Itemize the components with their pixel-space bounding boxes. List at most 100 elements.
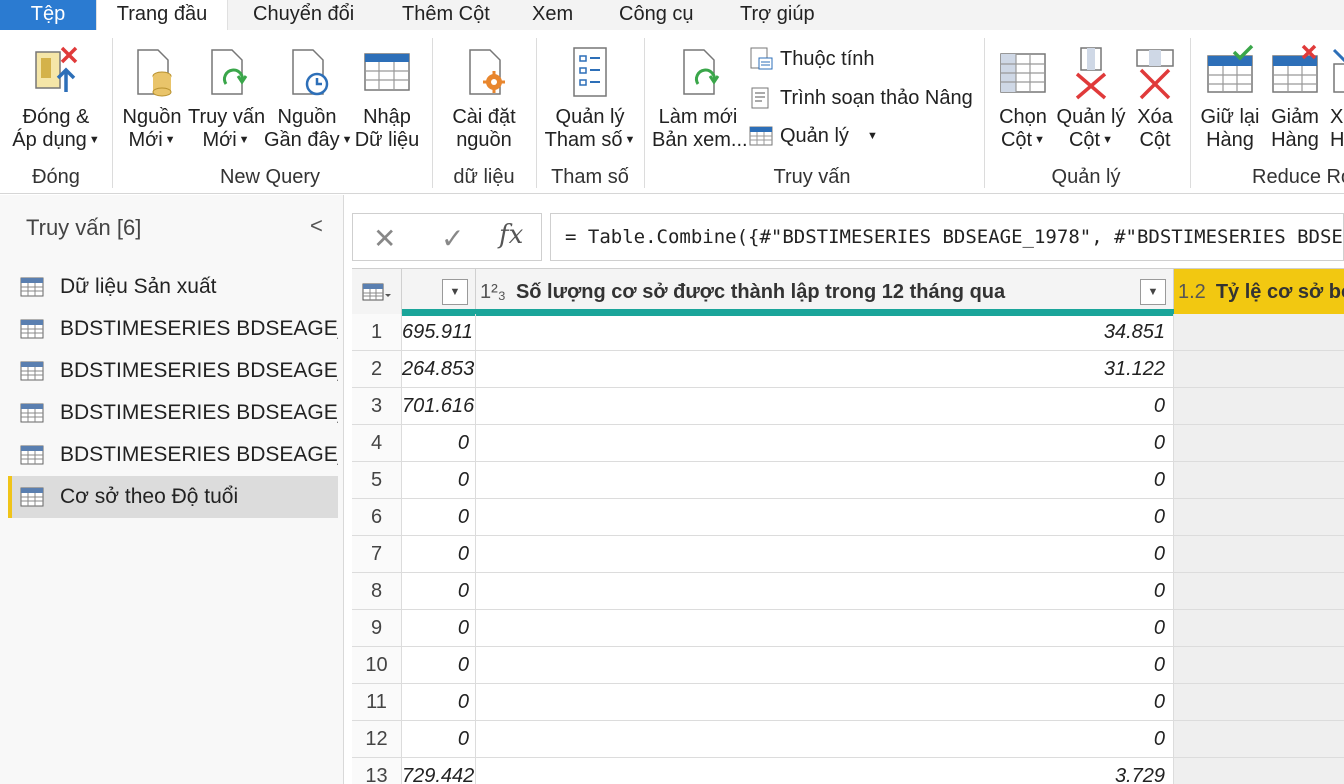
cell-value[interactable] xyxy=(1174,425,1344,461)
recent-sources-button[interactable]: Nguồn Gần đây ▼ xyxy=(264,44,353,152)
close-apply-button[interactable]: Đóng & Áp dụng ▼ xyxy=(8,44,104,152)
cell-value[interactable]: 0 xyxy=(476,388,1174,424)
tab-view[interactable]: Xem xyxy=(532,0,573,30)
table-row[interactable]: 11 0 0 xyxy=(352,684,1344,721)
cell-value[interactable] xyxy=(1174,388,1344,424)
cell-value[interactable] xyxy=(1174,351,1344,387)
cell-value[interactable]: 0 xyxy=(476,647,1174,683)
data-source-settings-button[interactable]: Cài đặt nguồn xyxy=(444,44,524,152)
keep-rows-button[interactable]: Giữ lại Hàng xyxy=(1198,44,1262,152)
remove-duplicates-label-2: H xyxy=(1330,129,1344,151)
manage-button[interactable]: Quản lý ▼ xyxy=(748,123,878,149)
collapse-pane-button[interactable]: < xyxy=(310,213,323,239)
cell-value[interactable] xyxy=(1174,647,1344,683)
cell-value[interactable] xyxy=(1174,536,1344,572)
cell-value[interactable]: 0 xyxy=(476,610,1174,646)
decimal-type-icon[interactable]: 1.2 xyxy=(1178,281,1206,304)
cell-value[interactable]: 0 xyxy=(402,721,476,757)
query-item-bdstimeseries-1[interactable]: BDSTIMESERIES BDSEAGE_1... xyxy=(8,308,338,350)
cell-value[interactable]: 0 xyxy=(476,425,1174,461)
tab-help[interactable]: Trợ giúp xyxy=(740,0,815,30)
cell-value[interactable]: 0 xyxy=(402,499,476,535)
cell-value[interactable]: 0 xyxy=(476,499,1174,535)
cell-value[interactable] xyxy=(1174,758,1344,784)
cell-value[interactable]: 3.729 xyxy=(476,758,1174,784)
cell-value[interactable]: 695.911 xyxy=(402,314,476,350)
confirm-icon[interactable]: ✓ xyxy=(441,222,464,255)
cell-value[interactable]: 31.122 xyxy=(476,351,1174,387)
cell-value[interactable]: 0 xyxy=(402,425,476,461)
formula-input[interactable]: = Table.Combine({#"BDSTIMESERIES BDSEAGE… xyxy=(550,213,1344,261)
cell-value[interactable] xyxy=(1174,721,1344,757)
tab-file[interactable]: Tệp xyxy=(0,0,96,30)
dropdown-caret-icon: ▼ xyxy=(164,134,176,147)
query-item-bdstimeseries-4[interactable]: BDSTIMESERIES BDSEAGE_1... xyxy=(8,434,338,476)
cell-value[interactable]: 729.442 xyxy=(402,758,476,784)
enter-data-button[interactable]: Nhập Dữ liệu xyxy=(354,44,420,152)
cell-value[interactable]: 34.851 xyxy=(476,314,1174,350)
cell-value[interactable] xyxy=(1174,610,1344,646)
table-row[interactable]: 1 695.911 34.851 xyxy=(352,314,1344,351)
table-row[interactable]: 10 0 0 xyxy=(352,647,1344,684)
table-row[interactable]: 400 xyxy=(352,425,1344,462)
cell-value[interactable]: 264.853 xyxy=(402,351,476,387)
query-item-bdstimeseries-3[interactable]: BDSTIMESERIES BDSEAGE_1... xyxy=(8,392,338,434)
column-header-3[interactable]: 1.2 Tỷ lệ cơ sở bọ xyxy=(1174,269,1344,315)
filter-dropdown-icon[interactable]: ▼ xyxy=(1140,279,1166,305)
cell-value[interactable] xyxy=(1174,314,1344,350)
table-row[interactable]: 13 729.442 3.729 xyxy=(352,758,1344,784)
refresh-preview-button[interactable]: Làm mới Bản xem... xyxy=(652,44,748,152)
recent-sources-icon xyxy=(292,49,329,96)
cell-value[interactable]: 0 xyxy=(402,610,476,646)
properties-button[interactable]: Thuộc tính xyxy=(748,46,875,72)
cell-value[interactable]: 0 xyxy=(476,536,1174,572)
whole-number-type-icon[interactable]: 1²₃ xyxy=(480,281,506,304)
table-row[interactable]: 600 xyxy=(352,499,1344,536)
new-source-button[interactable]: Nguồn Mới ▼ xyxy=(120,44,184,152)
table-row[interactable]: 2 264.853 31.122 xyxy=(352,351,1344,388)
remove-columns-label-2: Cột xyxy=(1139,129,1171,151)
function-icon[interactable]: fx xyxy=(499,220,523,250)
tab-transform[interactable]: Chuyển đổi xyxy=(253,0,354,30)
enter-data-icon xyxy=(364,53,410,91)
cell-value[interactable] xyxy=(1174,684,1344,720)
column-header-3-label: Tỷ lệ cơ sở bọ xyxy=(1215,280,1344,303)
filter-dropdown-icon[interactable]: ▼ xyxy=(442,279,468,305)
advanced-editor-button[interactable]: Trình soạn thảo Nâng xyxy=(748,85,973,111)
cell-value[interactable]: 0 xyxy=(402,684,476,720)
cell-value[interactable]: 0 xyxy=(476,684,1174,720)
cell-value[interactable]: 0 xyxy=(476,721,1174,757)
table-row[interactable]: 700 xyxy=(352,536,1344,573)
manage-parameters-button[interactable]: Quản lý Tham số ▼ xyxy=(544,44,636,152)
table-row[interactable]: 900 xyxy=(352,610,1344,647)
manage-columns-button[interactable]: Quản lý Cột ▼ xyxy=(1056,44,1126,152)
cancel-icon[interactable]: ✕ xyxy=(373,222,396,255)
cell-value[interactable] xyxy=(1174,499,1344,535)
query-item-production-data[interactable]: Dữ liệu Sản xuất xyxy=(8,266,338,308)
table-row[interactable]: 3 701.616 0 xyxy=(352,388,1344,425)
table-row[interactable]: 12 0 0 xyxy=(352,721,1344,758)
new-query-button[interactable]: Truy vấn Mới ▼ xyxy=(188,44,265,152)
cell-value[interactable]: 701.616 xyxy=(402,388,476,424)
query-item-bdstimeseries-2[interactable]: BDSTIMESERIES BDSEAGE_1... xyxy=(8,350,338,392)
cell-value[interactable]: 0 xyxy=(476,462,1174,498)
remove-rows-button[interactable]: Giảm Hàng xyxy=(1264,44,1326,152)
query-item-establishments-by-age[interactable]: Cơ sở theo Độ tuổi xyxy=(8,476,338,518)
tab-add-column[interactable]: Thêm Cột xyxy=(402,0,490,30)
table-row[interactable]: 800 xyxy=(352,573,1344,610)
cell-value[interactable] xyxy=(1174,573,1344,609)
choose-columns-button[interactable]: Chọn Cột ▼ xyxy=(992,44,1054,152)
cell-value[interactable]: 0 xyxy=(402,647,476,683)
tab-tools[interactable]: Công cụ xyxy=(619,0,694,30)
table-menu-button[interactable] xyxy=(352,269,402,315)
cell-value[interactable] xyxy=(1174,462,1344,498)
cell-value[interactable]: 0 xyxy=(402,462,476,498)
remove-columns-button[interactable]: Xóa Cột xyxy=(1130,44,1180,152)
cell-value[interactable]: 0 xyxy=(402,573,476,609)
cell-value[interactable]: 0 xyxy=(402,536,476,572)
remove-duplicates-button[interactable]: X H xyxy=(1330,44,1344,152)
tab-home[interactable]: Trang đầu xyxy=(96,0,228,32)
table-row[interactable]: 500 xyxy=(352,462,1344,499)
cell-value[interactable]: 0 xyxy=(476,573,1174,609)
enter-data-label-2: Dữ liệu xyxy=(354,129,420,151)
